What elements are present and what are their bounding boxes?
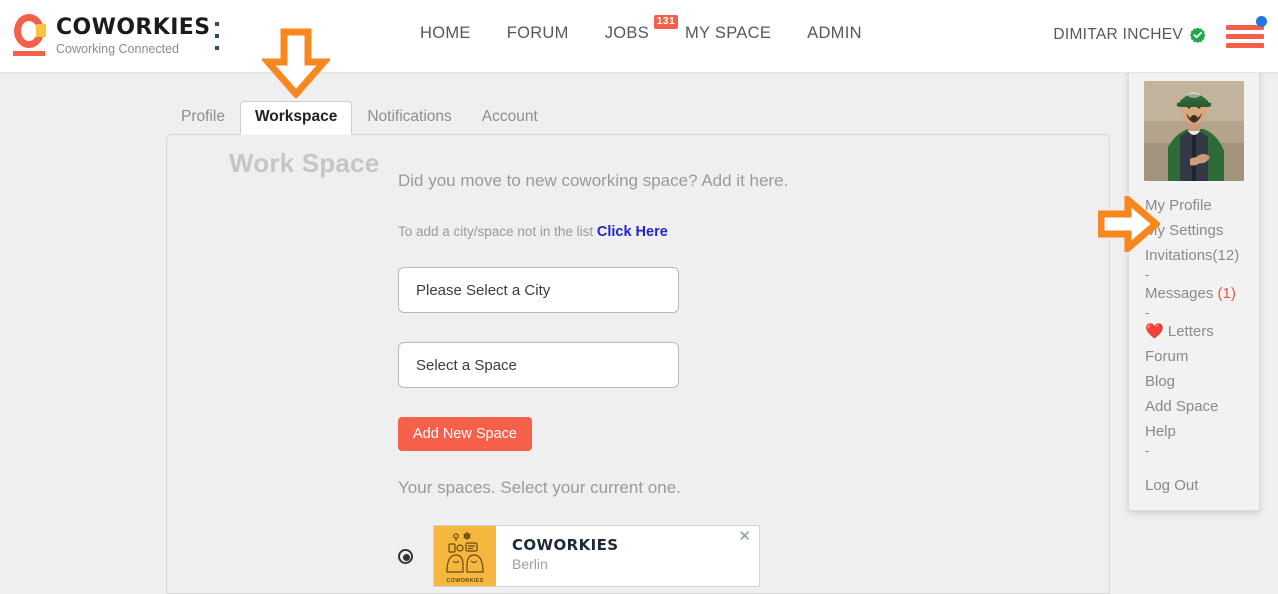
space-list-item: COWORKIES COWORKIES Berlin ✕ [398, 525, 760, 587]
settings-tabs: Profile Workspace Notifications Account [166, 101, 553, 135]
brand-tagline: Coworking Connected [56, 42, 179, 56]
nav-item-admin[interactable]: ADMIN [807, 24, 862, 43]
city-select[interactable]: Please Select a City [398, 267, 679, 313]
menu-separator: - [1145, 305, 1150, 320]
user-avatar-photo[interactable] [1144, 81, 1244, 181]
tab-profile[interactable]: Profile [166, 101, 240, 134]
space-card[interactable]: COWORKIES COWORKIES Berlin ✕ [433, 525, 760, 587]
menu-item-add-space[interactable]: Add Space [1129, 394, 1259, 419]
menu-item-blog[interactable]: Blog [1129, 369, 1259, 394]
hamburger-menu-icon[interactable] [1226, 16, 1267, 48]
menu-separator: - [1145, 267, 1150, 282]
nav-item-home[interactable]: HOME [420, 24, 471, 43]
menu-item-help[interactable]: Help [1129, 419, 1259, 444]
nav-item-jobs-label: JOBS [604, 24, 649, 42]
close-icon[interactable]: ✕ [738, 529, 751, 545]
coworkies-logo-icon [12, 13, 46, 57]
menu-item-log-out[interactable]: Log Out [1129, 473, 1259, 498]
menu-separator: - [1145, 443, 1150, 458]
add-city-hint-text: To add a city/space not in the list [398, 224, 597, 239]
lead-text: Did you move to new coworking space? Add… [398, 171, 789, 190]
user-dropdown-menu: My Profile My Settings Invitations(12) -… [1128, 66, 1260, 511]
space-thumbnail: COWORKIES [434, 526, 496, 586]
menu-item-forum[interactable]: Forum [1129, 344, 1259, 369]
menu-item-letters-label: Letters [1167, 323, 1214, 340]
tab-notifications[interactable]: Notifications [352, 101, 466, 134]
city-select-value: Please Select a City [416, 281, 551, 299]
thumbnail-caption: COWORKIES [446, 578, 484, 584]
tab-workspace[interactable]: Workspace [239, 101, 353, 135]
nav-item-jobs[interactable]: JOBS 131 [604, 15, 678, 43]
nav-item-my-space[interactable]: MY SPACE [685, 24, 771, 43]
your-spaces-label: Your spaces. Select your current one. [398, 478, 681, 497]
tab-account[interactable]: Account [467, 101, 553, 134]
click-here-link[interactable]: Click Here [597, 224, 668, 240]
jobs-count-badge: 131 [653, 15, 678, 29]
space-select-value: Select a Space [416, 356, 517, 374]
verified-badge-icon [1190, 27, 1206, 43]
nav-item-forum[interactable]: FORUM [507, 24, 569, 43]
user-name[interactable]: DIMITAR INCHEV [1053, 26, 1183, 44]
add-city-hint: To add a city/space not in the list Clic… [398, 224, 668, 240]
space-select-radio[interactable] [398, 548, 413, 564]
menu-item-letters[interactable]: ❤️ Letters [1129, 319, 1259, 344]
main-navigation: HOME FORUM JOBS 131 MY SPACE ADMIN [420, 15, 862, 43]
menu-item-messages[interactable]: Messages (1) [1129, 281, 1259, 306]
menu-item-messages-label: Messages [1145, 285, 1218, 302]
space-select[interactable]: Select a Space [398, 342, 679, 388]
notification-dot [1256, 16, 1267, 27]
heart-icon: ❤️ [1145, 323, 1164, 340]
top-header: COWORKIES Coworking Connected HOME FORUM… [0, 0, 1278, 73]
add-new-space-button[interactable]: Add New Space [398, 417, 532, 451]
arrow-down-annotation [260, 28, 332, 103]
space-city: Berlin [512, 556, 548, 572]
more-vertical-icon[interactable] [208, 22, 226, 50]
menu-gap [1129, 457, 1259, 473]
messages-count: (1) [1217, 285, 1236, 302]
brand-name: COWORKIES [56, 15, 211, 40]
brand-logo[interactable]: COWORKIES Coworking Connected [12, 13, 210, 57]
arrow-right-annotation [1097, 192, 1162, 257]
space-name: COWORKIES [512, 536, 619, 554]
page-title: Work Space [229, 148, 380, 178]
user-area: DIMITAR INCHEV [1053, 16, 1267, 48]
workspace-panel: Work Space Did you move to new coworking… [166, 134, 1110, 594]
